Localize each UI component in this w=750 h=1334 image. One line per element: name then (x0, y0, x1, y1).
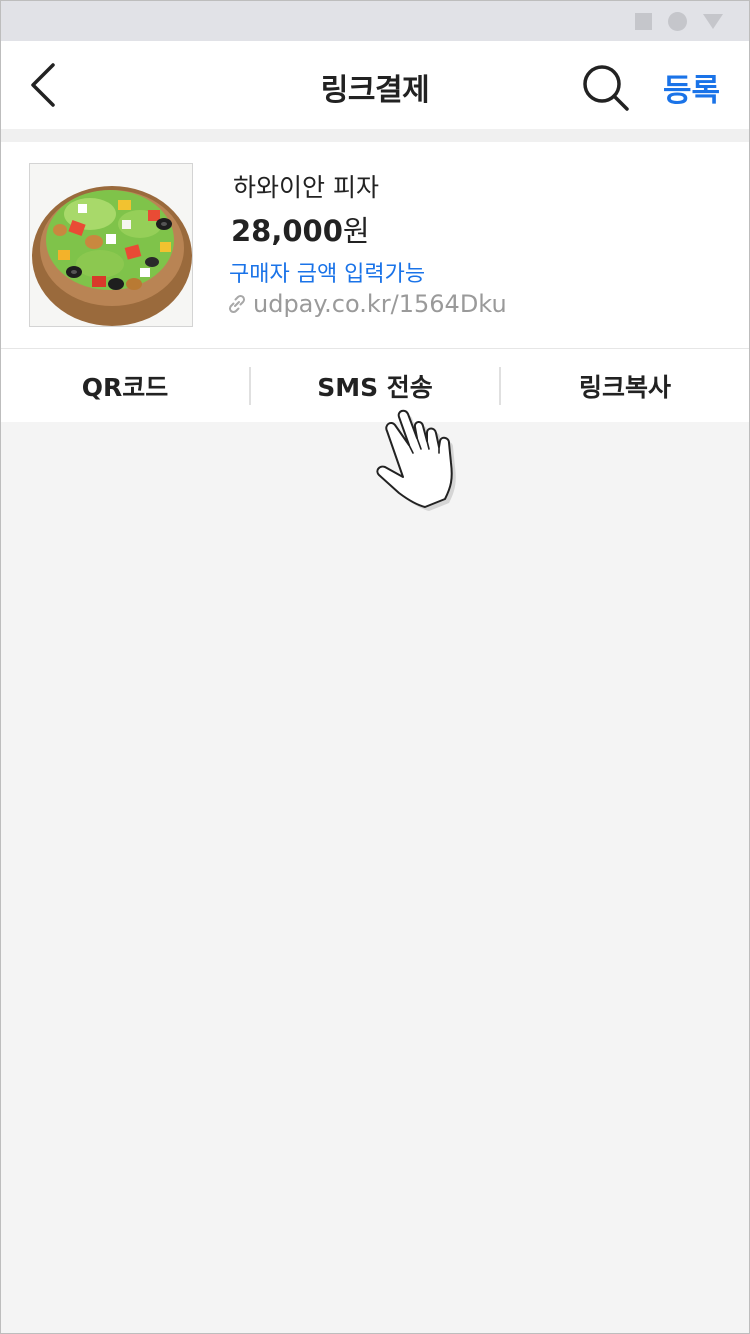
hand-pointer-icon (376, 409, 456, 511)
price-unit: 원 (342, 214, 370, 248)
copy-link-button[interactable]: 링크복사 (501, 349, 749, 422)
register-button[interactable]: 등록 (663, 65, 720, 110)
product-price: 28,000원 (231, 208, 370, 250)
payment-link[interactable]: udpay.co.kr/1564Dku (225, 290, 507, 318)
top-app-bar: 링크결제 등록 (1, 41, 749, 129)
buyer-amount-note: 구매자 금액 입력가능 (229, 262, 426, 287)
search-icon (583, 65, 629, 111)
product-name: 하와이안 피자 (233, 173, 379, 202)
product-card: 하와이안 피자 28,000원 구매자 금액 입력가능 udpay.co.kr/… (1, 142, 749, 422)
price-value: 28,000 (231, 214, 343, 248)
search-button[interactable] (579, 61, 631, 113)
app-frame: 링크결제 등록 하와이안 피자 28,000원 구매자 금액 입력가능 udpa… (0, 0, 750, 1334)
triangle-icon (703, 13, 723, 29)
header-divider (1, 129, 749, 142)
link-url: udpay.co.kr/1564Dku (253, 290, 507, 318)
system-status-bar (1, 1, 749, 41)
product-thumbnail (29, 163, 193, 327)
link-icon (228, 294, 246, 314)
page-title: 링크결제 (320, 73, 430, 108)
status-icons (635, 11, 723, 31)
salad-bowl-image (32, 186, 192, 326)
circle-icon (668, 11, 687, 31)
qr-code-button[interactable]: QR코드 (1, 349, 249, 422)
square-icon (635, 12, 652, 30)
